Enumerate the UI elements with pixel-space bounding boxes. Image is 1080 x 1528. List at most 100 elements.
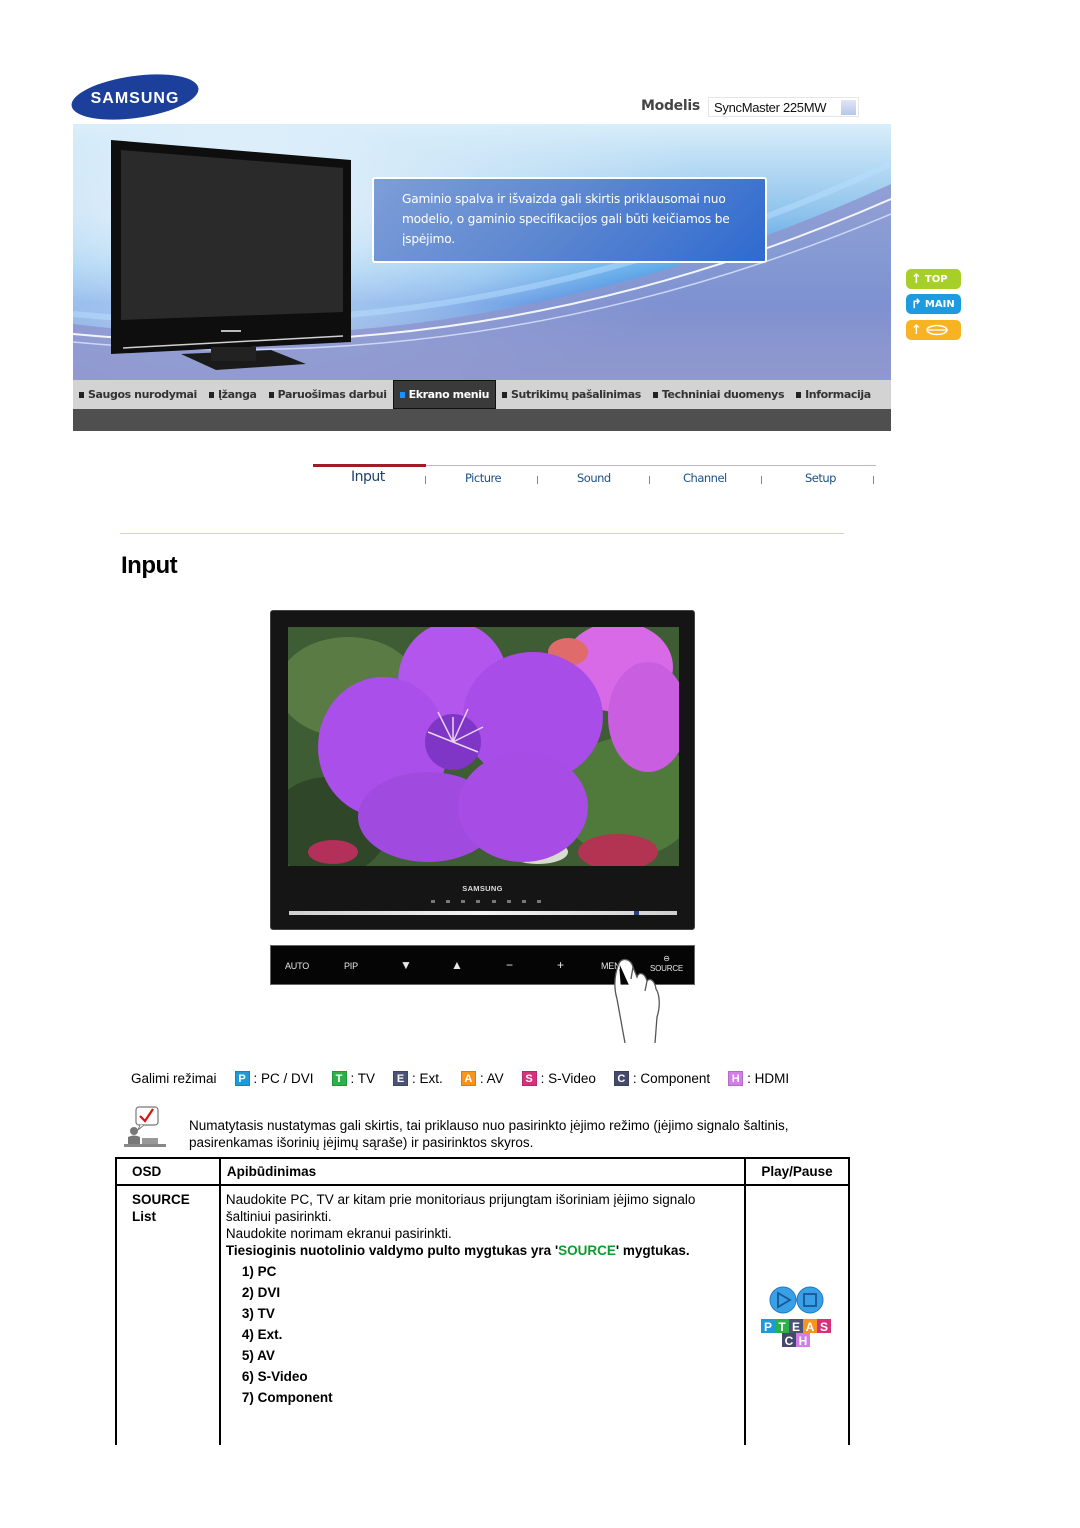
table-header-row: OSD Apibūdinimas Play/Pause xyxy=(115,1157,850,1186)
nav-item-label: Ekrano meniu xyxy=(408,388,490,401)
nav-item-paruosimas-darbui[interactable]: Paruošimas darbui xyxy=(263,380,393,409)
nav-item-saugos-nurodymai[interactable]: Saugos nurodymai xyxy=(73,380,203,409)
monitor-mini-controls xyxy=(431,900,541,906)
notice-box: Gaminio spalva ir išvaizda gali skirtis … xyxy=(372,177,767,263)
header-play-pause: Play/Pause xyxy=(744,1157,850,1186)
samsung-logo[interactable]: SAMSUNG xyxy=(70,74,200,120)
tab-sound[interactable]: Sound xyxy=(577,471,611,485)
divider xyxy=(120,533,844,534)
nav-underbar xyxy=(73,409,891,431)
print-button[interactable]: ↑ xyxy=(906,320,961,340)
tab-separator xyxy=(873,476,874,484)
mode-component: C: Component xyxy=(613,1071,711,1086)
tab-input[interactable]: Input xyxy=(351,469,385,485)
play-pause-button[interactable]: P T E A S C H xyxy=(761,1286,833,1350)
svg-text:A: A xyxy=(806,1320,815,1334)
tab-separator xyxy=(761,476,762,484)
active-tab-indicator xyxy=(313,464,426,467)
nav-item-techniniai-duomenys[interactable]: Techniniai duomenys xyxy=(647,380,790,409)
nav-item-label: Paruošimas darbui xyxy=(277,388,387,401)
mode-pc-dvi: P: PC / DVI xyxy=(234,1071,314,1086)
banner: Gaminio spalva ir išvaizda gali skirtis … xyxy=(73,124,891,380)
auto-button[interactable]: AUTO xyxy=(285,961,309,971)
nav-item-label: Sutrikimų pašalinimas xyxy=(511,388,641,401)
mode-text: : Ext. xyxy=(412,1071,443,1086)
mode-badge-p-icon: P xyxy=(234,1071,250,1086)
mode-text: : AV xyxy=(479,1071,504,1086)
mode-badge-h-icon: H xyxy=(728,1071,744,1086)
modes-label: Galimi režimai xyxy=(131,1071,217,1086)
nav-item-ekrano-meniu[interactable]: Ekrano meniu xyxy=(392,380,497,409)
flower-image xyxy=(288,627,679,866)
description-text: Naudokite PC, TV ar kitam prie monitoria… xyxy=(225,1192,696,1224)
mode-text: : S-Video xyxy=(540,1071,596,1086)
tab-picture[interactable]: Picture xyxy=(465,471,502,485)
osd-name-sub: List xyxy=(132,1209,157,1224)
mode-tv: T: TV xyxy=(331,1071,375,1086)
plus-button[interactable]: + xyxy=(557,958,564,972)
bullet-icon xyxy=(502,391,508,398)
svg-text:C: C xyxy=(785,1334,794,1348)
minus-button[interactable]: − xyxy=(506,958,513,972)
model-select[interactable]: SyncMaster 225MW xyxy=(708,97,859,117)
main-button[interactable]: ↱ MAIN xyxy=(906,294,961,314)
nav-item-label: Įžanga xyxy=(217,388,257,401)
source-highlight: SOURCE xyxy=(558,1243,616,1258)
list-item: 6) S-Video xyxy=(241,1369,308,1384)
description-cell: Naudokite PC, TV ar kitam prie monitoria… xyxy=(218,1184,747,1445)
play-pause-cell: P T E A S C H xyxy=(744,1184,850,1445)
down-button[interactable]: ▼ xyxy=(400,958,412,972)
note-text: Numatytasis nustatymas gali skirtis, tai… xyxy=(189,1118,789,1150)
top-button[interactable]: ↑ TOP xyxy=(906,269,961,289)
samsung-logo-icon: SAMSUNG xyxy=(71,74,199,120)
mode-badge-c-icon: C xyxy=(613,1071,629,1086)
svg-text:SAMSUNG: SAMSUNG xyxy=(91,90,180,107)
sub-tabs: Input Picture Sound Channel Setup xyxy=(313,464,876,495)
print-icon xyxy=(926,324,948,336)
bullet-icon xyxy=(79,391,84,398)
table-row: SOURCE List Naudokite PC, TV ar kitam pr… xyxy=(115,1184,850,1445)
dropdown-icon xyxy=(841,100,856,115)
nav-item-label: Informacija xyxy=(805,388,871,401)
mode-s-video: S: S-Video xyxy=(521,1071,596,1086)
bullet-icon xyxy=(652,391,658,398)
svg-text:P: P xyxy=(764,1320,772,1334)
monitor-brand: SAMSUNG xyxy=(462,884,503,893)
osd-table: OSD Apibūdinimas Play/Pause SOURCE List … xyxy=(115,1157,850,1445)
list-item: 7) Component xyxy=(241,1390,333,1405)
nav-item-izanga[interactable]: Įžanga xyxy=(203,380,263,409)
up-button[interactable]: ▲ xyxy=(451,958,463,972)
remote-button-note: Tiesioginis nuotolinio valdymo pulto myg… xyxy=(226,1242,739,1259)
nav-item-informacija[interactable]: Informacija xyxy=(790,380,877,409)
top-button-label: TOP xyxy=(924,273,948,285)
product-monitor-image xyxy=(111,140,351,370)
note-checkmark-icon xyxy=(124,1106,166,1147)
tab-separator xyxy=(537,476,538,484)
bullet-icon xyxy=(796,391,802,398)
tab-channel[interactable]: Channel xyxy=(683,471,727,485)
mode-ext: E: Ext. xyxy=(393,1071,443,1086)
remote-note-suffix: ' mygtukas. xyxy=(615,1243,690,1258)
mode-hdmi: H: HDMI xyxy=(728,1071,789,1086)
osd-name: SOURCE xyxy=(132,1192,190,1207)
list-item: 2) DVI xyxy=(241,1285,281,1300)
svg-text:H: H xyxy=(799,1334,808,1348)
mode-text: : PC / DVI xyxy=(253,1071,314,1086)
page-title: Input xyxy=(121,552,178,579)
mode-badge-a-icon: A xyxy=(460,1071,476,1086)
remote-note-prefix: Tiesioginis nuotolinio valdymo pulto myg… xyxy=(225,1243,559,1258)
monitor-screen-flower-image xyxy=(288,627,679,866)
mode-badge-t-icon: T xyxy=(331,1071,347,1086)
arrow-up-icon: ↑ xyxy=(911,322,922,338)
tab-setup[interactable]: Setup xyxy=(805,471,836,485)
source-list: 1) PC 2) DVI 3) TV 4) Ext. 5) AV 6) S-Vi… xyxy=(226,1261,739,1408)
nav-item-sutrikimu-pasalinimas[interactable]: Sutrikimų pašalinimas xyxy=(496,380,647,409)
main-button-label: MAIN xyxy=(924,298,955,310)
mode-text: : Component xyxy=(632,1071,711,1086)
model-label: Modelis xyxy=(641,98,700,114)
svg-text:E: E xyxy=(792,1320,800,1334)
nav-item-label: Saugos nurodymai xyxy=(88,388,197,401)
pip-button[interactable]: PIP xyxy=(344,961,358,971)
monitor-light-strip xyxy=(289,911,677,915)
model-value: SyncMaster 225MW xyxy=(714,100,827,115)
